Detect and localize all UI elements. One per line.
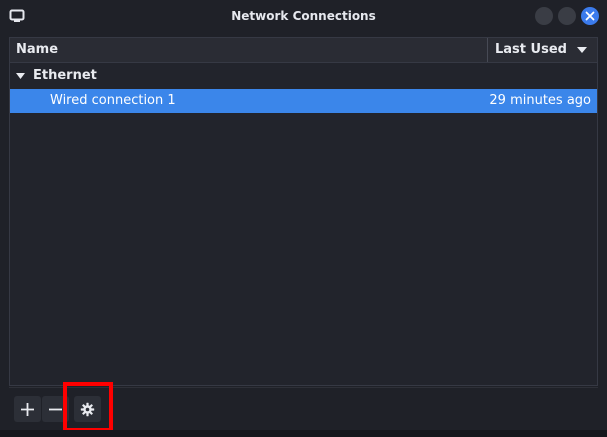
group-label: Ethernet — [33, 68, 97, 83]
minus-icon — [49, 408, 62, 411]
column-header-name[interactable]: Name — [10, 38, 488, 62]
add-connection-button[interactable] — [14, 396, 41, 422]
close-icon — [585, 11, 595, 21]
desktop-strip — [0, 430, 607, 437]
column-header-last-used-label: Last Used — [495, 42, 567, 57]
sort-descending-icon — [577, 47, 587, 53]
group-row-ethernet[interactable]: Ethernet — [10, 64, 597, 88]
connection-last-used: 29 minutes ago — [489, 93, 591, 108]
maximize-button[interactable] — [558, 7, 576, 25]
expander-open-icon[interactable] — [16, 73, 25, 79]
minimize-button[interactable] — [535, 7, 553, 25]
network-connections-window: Network Connections Name Last Used Ether… — [0, 0, 607, 437]
list-header: Name Last Used — [10, 38, 597, 63]
plus-icon — [21, 403, 34, 416]
column-header-last-used[interactable]: Last Used — [489, 38, 597, 62]
close-button[interactable] — [581, 7, 599, 25]
connection-row[interactable]: Wired connection 1 29 minutes ago — [10, 89, 597, 113]
connection-name: Wired connection 1 — [50, 93, 176, 108]
highlight-annotation-box — [63, 382, 113, 432]
connections-list: Name Last Used Ethernet Wired connection… — [9, 37, 598, 386]
titlebar: Network Connections — [0, 0, 607, 33]
window-title: Network Connections — [231, 9, 376, 23]
